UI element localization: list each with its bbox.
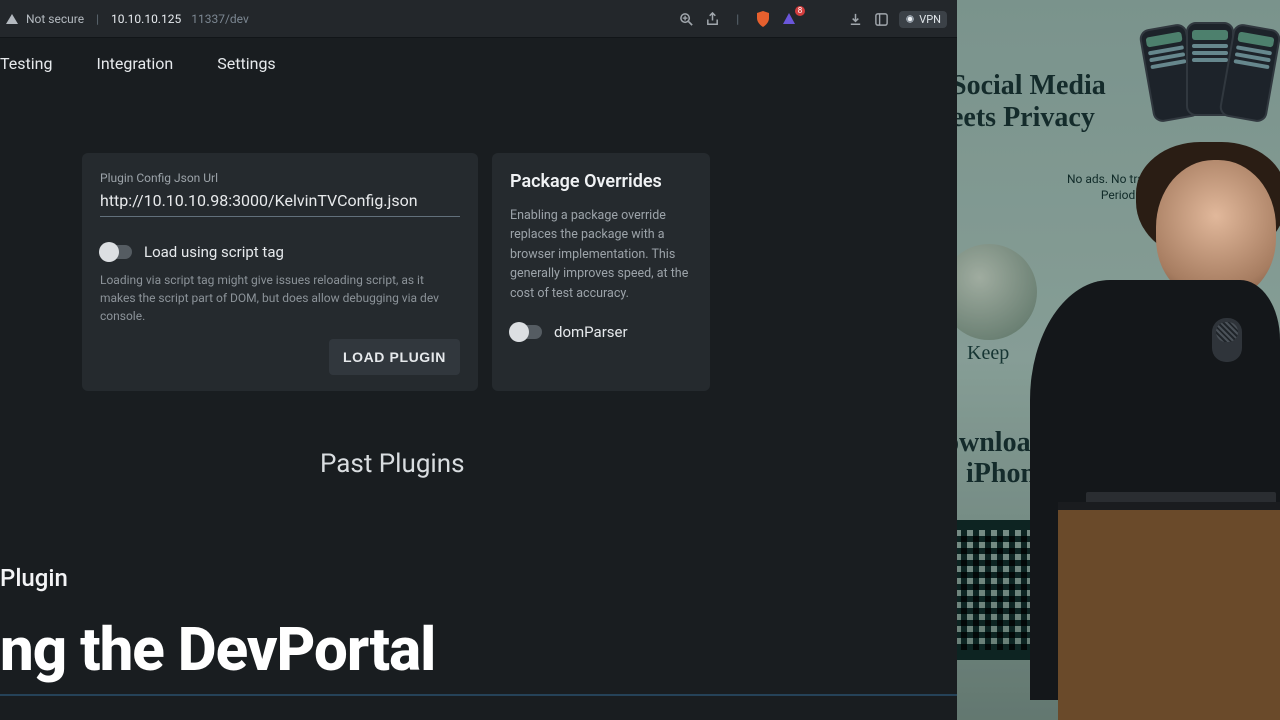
not-secure-label: Not secure <box>26 12 84 26</box>
sidebar-icon[interactable] <box>873 11 889 27</box>
page-content: Testing Integration Settings Plugin Conf… <box>0 38 957 720</box>
package-overrides-title: Package Overrides <box>510 171 692 192</box>
vpn-status-icon <box>905 14 915 24</box>
slide-eyebrow: Plugin <box>0 564 68 592</box>
conference-banner: Social Media eets Privacy No ads. No tra… <box>957 0 1280 720</box>
vpn-label: VPN <box>919 13 941 26</box>
brave-shield-icon[interactable] <box>755 11 771 27</box>
slide-headline: ng the DevPortal <box>0 619 435 680</box>
downloads-icon[interactable] <box>847 11 863 27</box>
domparser-toggle-label: domParser <box>554 323 628 341</box>
url-path[interactable]: 11337/dev <box>191 12 249 26</box>
url-host[interactable]: 10.10.10.125 <box>111 12 181 26</box>
plugin-url-label: Plugin Config Json Url <box>100 171 460 185</box>
browser-address-bar: Not secure | 10.10.10.125 11337/dev | 8 … <box>0 0 957 38</box>
rewards-badge: 8 <box>795 6 806 16</box>
tab-settings[interactable]: Settings <box>217 54 275 73</box>
not-secure-icon <box>6 14 18 24</box>
package-overrides-card: Package Overrides Enabling a package ove… <box>492 153 710 391</box>
load-plugin-button[interactable]: LOAD PLUGIN <box>329 339 460 375</box>
chrome-separator: | <box>736 12 739 26</box>
tab-integration[interactable]: Integration <box>96 54 173 73</box>
package-overrides-desc: Enabling a package override replaces the… <box>510 206 692 303</box>
share-icon[interactable] <box>704 11 720 27</box>
toggle-knob <box>99 242 119 262</box>
slide-divider <box>0 694 957 696</box>
rewards-icon[interactable]: 8 <box>781 11 797 27</box>
domparser-toggle[interactable] <box>510 325 542 339</box>
past-plugins-heading: Past Plugins <box>320 449 957 479</box>
zoom-icon[interactable] <box>678 11 694 27</box>
load-plugin-card: Plugin Config Json Url Load using script… <box>82 153 478 391</box>
tab-testing[interactable]: Testing <box>0 54 52 73</box>
toggle-knob <box>509 322 529 342</box>
top-tabs: Testing Integration Settings <box>0 38 957 91</box>
vpn-button[interactable]: VPN <box>899 11 947 28</box>
script-tag-toggle-label: Load using script tag <box>144 243 284 261</box>
script-tag-help-text: Loading via script tag might give issues… <box>100 271 460 325</box>
script-tag-toggle[interactable] <box>100 245 132 259</box>
chrome-separator: | <box>96 12 99 26</box>
plugin-url-input[interactable] <box>100 189 460 217</box>
